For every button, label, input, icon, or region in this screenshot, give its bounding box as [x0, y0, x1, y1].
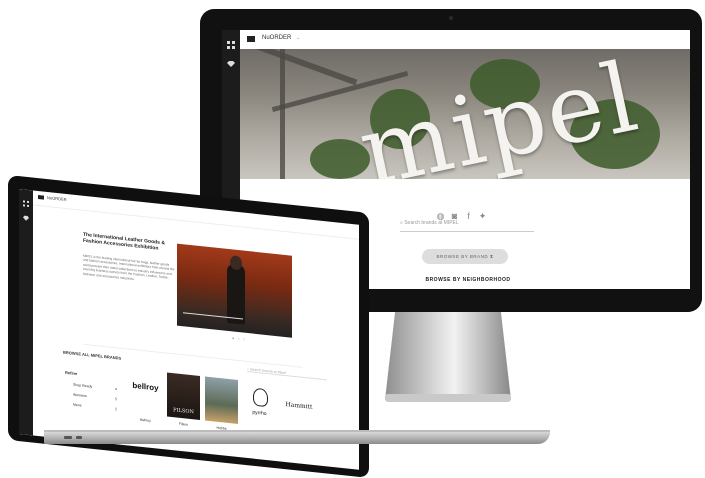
carousel-dots[interactable]: ● ○ ○ [232, 335, 246, 342]
browse-by-brand-button[interactable]: BROWSE BY BRAND ⧗ [422, 249, 508, 264]
brand-logo: FILSON [173, 407, 194, 416]
app-name[interactable]: NuORDER [47, 195, 67, 202]
filter-label: Mens [73, 402, 82, 408]
brand-name: Bellroy [140, 417, 151, 423]
browse-all-heading: BROWSE ALL MIPEL BRANDS [63, 349, 122, 361]
search-placeholder: Search brands at Mipel [249, 367, 286, 376]
diamond-icon[interactable] [227, 54, 235, 67]
brand-emblem [253, 387, 268, 408]
brand-logo: pyrrho [252, 409, 267, 418]
filter-item[interactable]: Womens 5 [73, 393, 117, 402]
brand-logo: Hammitt [285, 401, 313, 411]
logo-icon [247, 36, 255, 42]
filter-label: Shop Ready [73, 382, 93, 389]
browse-by-brand-label: BROWSE BY BRAND [436, 254, 489, 259]
brand-name: Filson [178, 421, 189, 427]
logo-icon [38, 194, 44, 200]
webcam-dot [449, 16, 453, 20]
search-placeholder: Search brands at MIPEL [404, 220, 459, 226]
ceiling-beam [280, 49, 285, 179]
intro-body: MIPEL is the leading international fair … [83, 253, 175, 281]
search-underline [400, 231, 534, 232]
brand-card[interactable]: bellroy Bellroy [129, 369, 162, 423]
laptop-port [64, 436, 72, 439]
hero-banner: mipel [240, 49, 690, 179]
brand-logo: bellroy [132, 380, 159, 393]
hero-lettering: mipel [350, 49, 648, 179]
laptop-port [76, 436, 82, 439]
app-name[interactable]: NuORDER [262, 35, 291, 41]
brand-search-input[interactable]: ⌕ Search brands at Mipel [247, 366, 327, 381]
filter-count: 5 [115, 397, 117, 402]
sliders-icon: ⧗ [489, 254, 494, 259]
brand-card[interactable]: Hobbs [205, 376, 238, 431]
chevron-down-icon[interactable]: ⌄ [296, 35, 300, 41]
intro-title: The International Leather Goods & Fashio… [83, 231, 165, 252]
grid-icon[interactable] [227, 36, 235, 49]
browse-by-neighborhood-link[interactable]: BROWSE BY NEIGHBORHOOD [422, 277, 514, 283]
speaker-head [230, 255, 242, 271]
imac-stand-base [385, 394, 511, 402]
imac-topbar: NuORDER ⌄ [240, 30, 690, 50]
twitter-icon[interactable]: ✦ [478, 212, 487, 221]
brand-card[interactable]: Hammitt Hammitt [281, 385, 314, 439]
speaker-figure [227, 262, 245, 325]
laptop-screen: NuORDER The International Leather Goods … [19, 189, 359, 470]
grid-icon[interactable] [23, 193, 29, 208]
ceiling-beam [242, 49, 358, 86]
brand-search-input[interactable]: ⌕ Search brands at MIPEL [400, 220, 459, 226]
filter-heading: Refine [65, 369, 78, 377]
brand-card[interactable]: pyrrho Pyrrho [243, 381, 276, 435]
brand-image: FILSON [167, 372, 200, 421]
brand-card[interactable]: FILSON Filson [167, 372, 200, 427]
brand-image [205, 376, 238, 425]
facebook-icon[interactable]: f [464, 212, 473, 221]
filter-label: Womens [73, 392, 87, 399]
filter-count: 2 [115, 407, 117, 412]
filter-item[interactable]: Shop Ready 4 [73, 383, 117, 392]
filter-count: 4 [115, 387, 117, 392]
laptop-base [44, 432, 550, 444]
diamond-icon[interactable] [23, 207, 29, 221]
feature-photo [177, 243, 292, 338]
filter-item[interactable]: Mens 2 [73, 403, 117, 412]
laptop-sidebar [19, 189, 33, 436]
imac-stand [385, 312, 511, 400]
